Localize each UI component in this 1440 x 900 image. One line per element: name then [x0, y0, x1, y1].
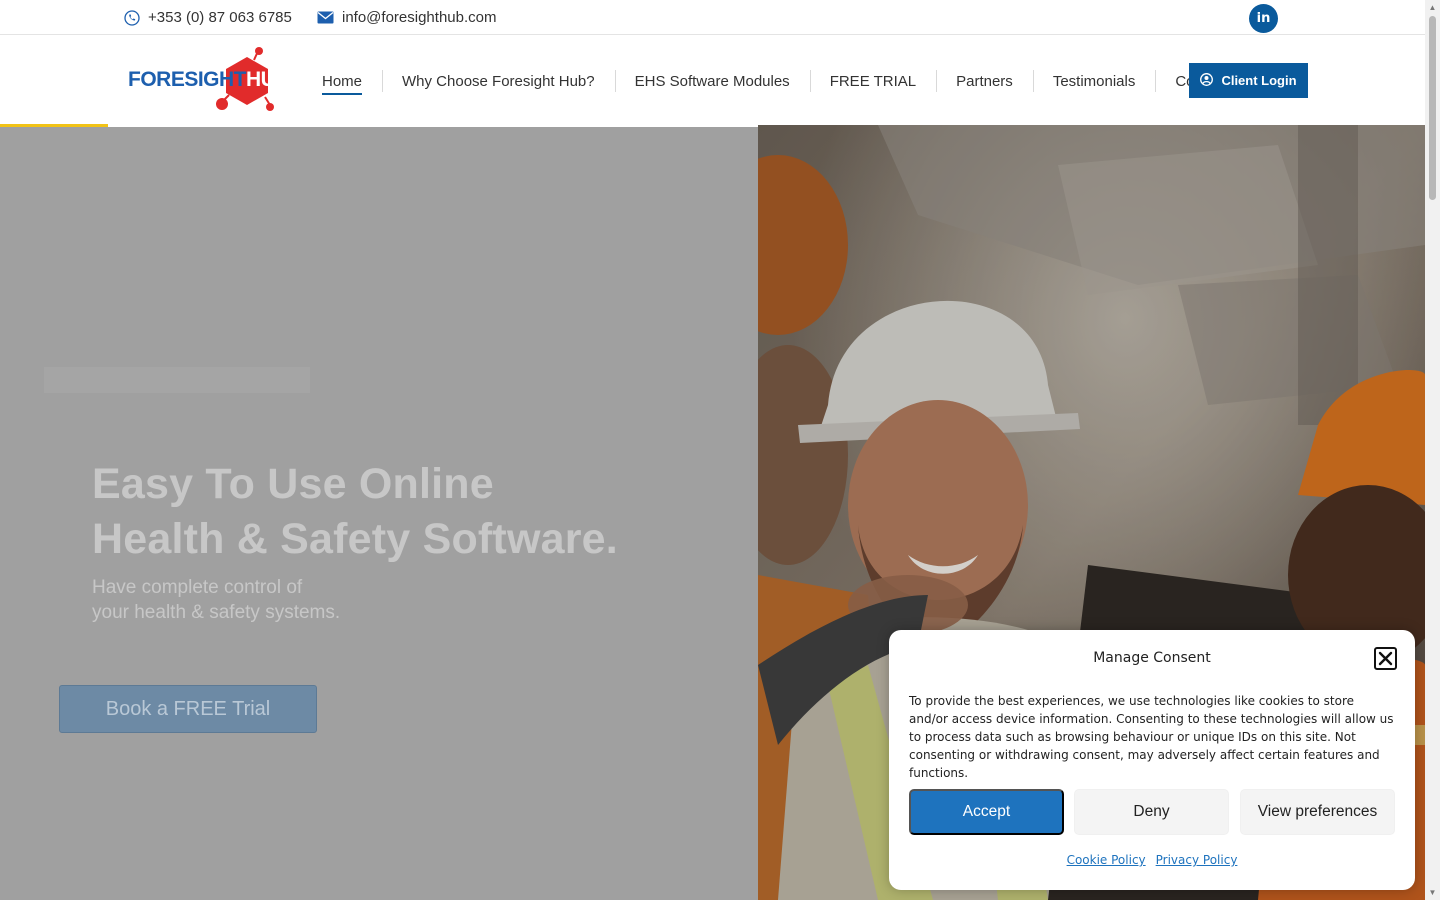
privacy-policy-link[interactable]: Privacy Policy	[1156, 853, 1238, 867]
main-navigation: Home Why Choose Foresight Hub? EHS Softw…	[306, 35, 1247, 127]
hero-faded-element	[44, 367, 310, 393]
page-scrollbar[interactable]: ▲ ▼	[1425, 0, 1440, 900]
consent-title: Manage Consent	[1093, 650, 1211, 666]
accept-button[interactable]: Accept	[909, 789, 1064, 835]
nav-testimonials[interactable]: Testimonials	[1032, 70, 1156, 92]
nav-ehs-modules[interactable]: EHS Software Modules	[614, 70, 810, 92]
email-address: info@foresighthub.com	[342, 9, 497, 26]
close-icon[interactable]	[1374, 647, 1397, 670]
consent-policy-links: Cookie Policy Privacy Policy	[889, 853, 1415, 867]
envelope-icon	[317, 11, 334, 24]
site-logo[interactable]: FORESIGHTHUB	[128, 47, 291, 113]
phone-number: +353 (0) 87 063 6785	[148, 9, 292, 26]
user-circle-icon	[1200, 72, 1214, 89]
hero-subtitle: Have complete control of your health & s…	[92, 577, 341, 623]
nav-home[interactable]: Home	[306, 70, 382, 95]
top-contact-bar: +353 (0) 87 063 6785 info@foresighthub.c…	[0, 0, 1425, 35]
nav-partners[interactable]: Partners	[936, 70, 1033, 92]
book-free-trial-button[interactable]: Book a FREE Trial	[59, 685, 317, 733]
cookie-policy-link[interactable]: Cookie Policy	[1067, 853, 1146, 867]
nav-free-trial[interactable]: FREE TRIAL	[809, 70, 936, 92]
client-login-label: Client Login	[1221, 73, 1297, 88]
nav-why-choose[interactable]: Why Choose Foresight Hub?	[382, 70, 615, 92]
hero-text-panel: Easy To Use Online Health & Safety Softw…	[0, 127, 758, 900]
site-header: FORESIGHTHUB Home Why Choose Foresight H…	[0, 35, 1425, 127]
phone-contact[interactable]: +353 (0) 87 063 6785	[124, 0, 292, 35]
email-contact[interactable]: info@foresighthub.com	[317, 0, 496, 35]
scroll-down-arrow-icon[interactable]: ▼	[1425, 885, 1440, 900]
consent-message: To provide the best experiences, we use …	[909, 694, 1394, 780]
hero-title: Easy To Use Online Health & Safety Softw…	[92, 460, 618, 563]
linkedin-icon[interactable]: in	[1249, 4, 1278, 33]
scroll-up-arrow-icon[interactable]: ▲	[1425, 0, 1440, 15]
phone-icon	[124, 9, 140, 26]
cookie-consent-dialog: Manage Consent To provide the best exper…	[889, 630, 1415, 890]
scrollbar-thumb[interactable]	[1429, 16, 1436, 200]
logo-text: FORESIGHTHUB	[128, 68, 291, 91]
client-login-button[interactable]: Client Login	[1189, 63, 1308, 98]
deny-button[interactable]: Deny	[1074, 789, 1229, 835]
view-preferences-button[interactable]: View preferences	[1240, 789, 1395, 835]
